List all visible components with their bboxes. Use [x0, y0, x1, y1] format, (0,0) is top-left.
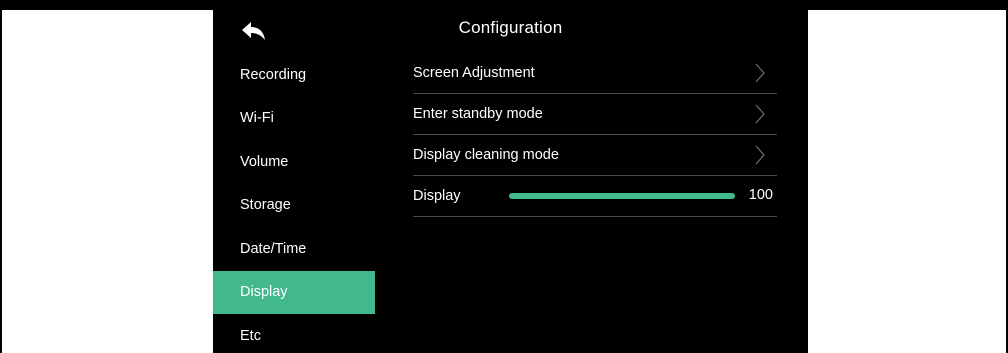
- sidebar-item-date-time[interactable]: Date/Time: [213, 227, 375, 271]
- sidebar-item-storage[interactable]: Storage: [213, 184, 375, 228]
- sidebar-item-display[interactable]: Display: [213, 270, 375, 314]
- slider-value: 100: [748, 187, 773, 203]
- sidebar-item-label: Etc: [240, 327, 261, 344]
- top-bar: [0, 0, 1008, 10]
- sidebar: Recording Wi-Fi Volume Storage Date/Time…: [213, 53, 375, 353]
- display-cleaning-mode-row[interactable]: Display cleaning mode: [413, 135, 777, 176]
- chevron-right-icon: [755, 63, 765, 83]
- sidebar-item-label: Storage: [240, 197, 291, 214]
- display-brightness-slider[interactable]: [509, 193, 735, 199]
- device-screen: Configuration Recording Wi-Fi Volume Sto…: [213, 10, 808, 353]
- page-title: Configuration: [458, 18, 563, 37]
- row-label: Display cleaning mode: [413, 147, 559, 163]
- row-label: Display: [413, 188, 461, 204]
- sidebar-item-label: Volume: [240, 153, 289, 170]
- enter-standby-mode-row[interactable]: Enter standby mode: [413, 94, 777, 135]
- chevron-right-icon: [755, 104, 765, 124]
- sidebar-item-volume[interactable]: Volume: [213, 140, 375, 184]
- sidebar-item-label: Recording: [240, 66, 307, 83]
- display-brightness-row: Display 100: [413, 176, 777, 217]
- screen-adjustment-row[interactable]: Screen Adjustment: [413, 53, 777, 94]
- sidebar-item-label: Date/Time: [240, 240, 307, 257]
- sidebar-item-recording[interactable]: Recording: [213, 53, 375, 97]
- settings-list: Screen Adjustment Enter standby mode Dis…: [413, 53, 777, 217]
- left-border: [0, 0, 2, 353]
- row-label: Enter standby mode: [413, 106, 543, 122]
- slider-fill: [509, 193, 735, 199]
- sidebar-item-label: Wi-Fi: [240, 110, 274, 127]
- row-label: Screen Adjustment: [413, 65, 535, 81]
- sidebar-item-wifi[interactable]: Wi-Fi: [213, 97, 375, 141]
- chevron-right-icon: [755, 145, 765, 165]
- sidebar-item-etc[interactable]: Etc: [213, 314, 375, 353]
- sidebar-item-label: Display: [240, 284, 288, 301]
